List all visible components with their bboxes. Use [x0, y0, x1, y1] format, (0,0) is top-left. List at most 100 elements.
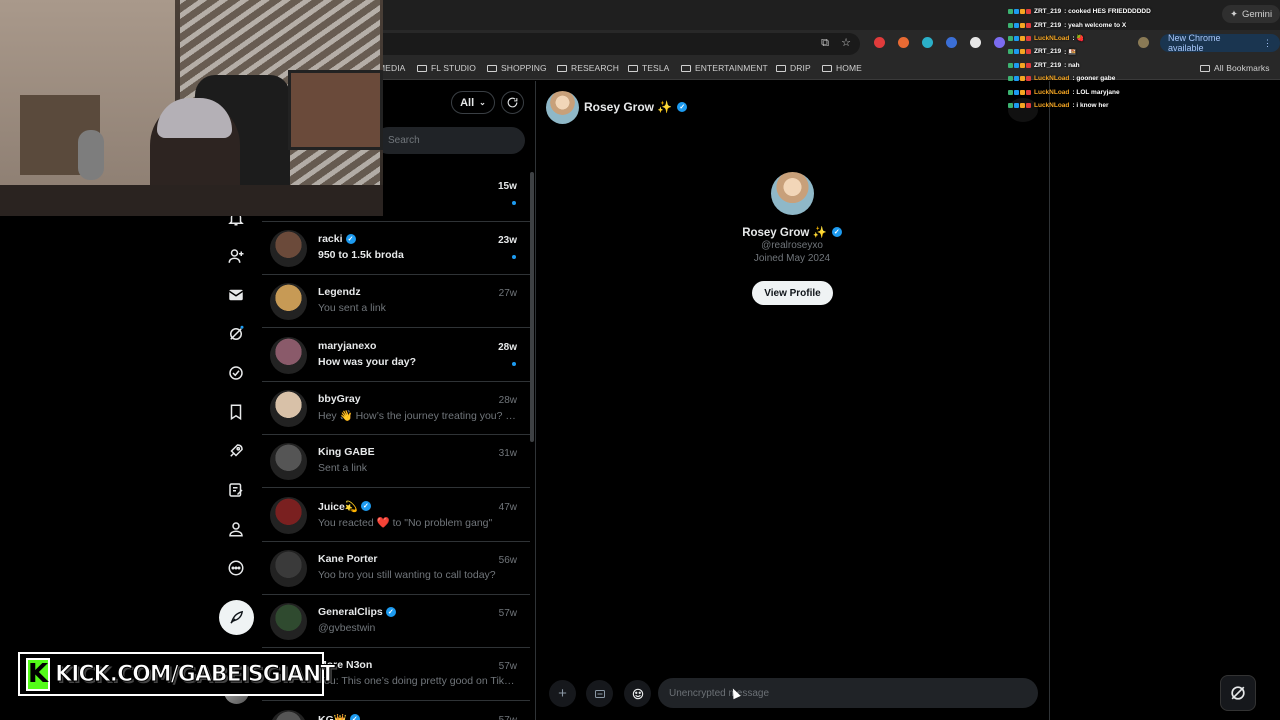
- conversation-avatar[interactable]: [270, 709, 307, 720]
- chat-badge-icon: [1026, 49, 1031, 55]
- grok-icon[interactable]: [226, 324, 246, 344]
- extension-icon[interactable]: [874, 37, 885, 48]
- filter-dropdown[interactable]: All ⌄: [451, 91, 495, 114]
- conversation-row[interactable]: Juice💫 ✓ You reacted ❤️ to "No problem gan…: [262, 489, 530, 542]
- conversation-row[interactable]: maryjanexo How was your day? 28w: [262, 329, 530, 382]
- profile-icon[interactable]: [226, 519, 246, 539]
- bookmark-drip[interactable]: DRIP: [776, 63, 811, 73]
- message-input[interactable]: [658, 678, 1038, 708]
- conversation-avatar[interactable]: [270, 496, 307, 534]
- bookmark-home[interactable]: HOME: [822, 63, 862, 73]
- conversation-row[interactable]: GeneralClips ✓ @gvbestwin 57w: [262, 595, 530, 649]
- conversation-name: GeneralClips ✓: [318, 606, 396, 618]
- conversation-name-text: maryjanexo: [318, 339, 377, 352]
- conversation-avatar[interactable]: [270, 389, 307, 427]
- sparkle-icon: ✦: [1230, 8, 1238, 20]
- conversation-avatar[interactable]: [270, 336, 307, 374]
- messages-icon[interactable]: [226, 285, 246, 305]
- view-profile-button[interactable]: View Profile: [752, 281, 833, 305]
- grok-icon: [1231, 686, 1245, 700]
- chat-header-avatar[interactable]: [546, 91, 579, 124]
- conversation-avatar[interactable]: [270, 443, 307, 481]
- bookmark-label: FL STUDIO: [431, 63, 476, 73]
- unread-dot: [512, 255, 516, 259]
- new-message-button[interactable]: [501, 91, 524, 114]
- kebab-menu-icon[interactable]: ⋮: [1263, 38, 1272, 49]
- follow-icon[interactable]: [226, 246, 246, 266]
- verified-orgs-icon[interactable]: [226, 363, 246, 383]
- chat-message: : gooner gabe: [1072, 75, 1116, 83]
- attach-button[interactable]: +: [549, 680, 576, 707]
- bookmark-star-icon[interactable]: ☆: [839, 36, 853, 50]
- gemini-label: Gemini: [1241, 8, 1273, 20]
- bookmark-shopping[interactable]: SHOPPING: [487, 63, 547, 73]
- chat-badge-icon: [1026, 76, 1031, 82]
- chat-badge-icon: [1020, 22, 1025, 28]
- verified-badge-icon: ✓: [385, 607, 396, 618]
- address-bar[interactable]: [300, 33, 860, 55]
- webcam-microphone: [78, 130, 104, 180]
- bookmark-fl-studio[interactable]: FL STUDIO: [417, 63, 476, 73]
- rocket-icon[interactable]: [226, 441, 246, 461]
- extension-icon[interactable]: [922, 37, 933, 48]
- conversation-avatar[interactable]: [270, 283, 307, 321]
- all-bookmarks[interactable]: All Bookmarks: [1200, 63, 1270, 73]
- conversation-row[interactable]: racki ✓ 950 to 1.5k broda 23w: [262, 222, 530, 275]
- install-app-icon[interactable]: ⧉: [818, 36, 832, 50]
- conversation-time: 27w: [498, 288, 517, 300]
- conversation-name-text: Kane Porter: [318, 552, 378, 565]
- emoji-button[interactable]: [624, 680, 651, 707]
- conversation-name-text: Juice💫: [318, 500, 358, 513]
- profile-avatar[interactable]: [771, 172, 814, 215]
- conversation-row[interactable]: KG👑✓ 57w: [262, 702, 530, 720]
- bookmark-research[interactable]: RESEARCH: [557, 63, 619, 73]
- chat-badge-icon: [1008, 49, 1013, 55]
- chat-username: LuckNLoad: [1034, 88, 1070, 96]
- chat-username: ZRT_219: [1034, 48, 1062, 56]
- conversation-avatar[interactable]: [270, 230, 307, 267]
- conversation-name-text: King GABE: [318, 446, 375, 459]
- conversation-row[interactable]: bbyGray Hey 👋 How’s the journey treating …: [262, 382, 530, 435]
- conversation-row[interactable]: King GABE Sent a link 31w: [262, 435, 530, 489]
- articles-icon[interactable]: [226, 480, 246, 500]
- stream-chat-line: ZRT_219: cooked HES FRIEDDDDDD: [1008, 5, 1188, 18]
- scrollbar[interactable]: [530, 172, 534, 442]
- bookmark-label: ENTERTAINMENT: [695, 63, 768, 73]
- bookmarks-icon[interactable]: [226, 402, 246, 422]
- more-icon[interactable]: [226, 558, 246, 578]
- gif-icon: [594, 689, 605, 698]
- extension-icon[interactable]: [898, 37, 909, 48]
- conversation-preview: 950 to 1.5k broda: [318, 249, 404, 261]
- extension-icon[interactable]: [970, 37, 981, 48]
- bookmark-entertainment[interactable]: ENTERTAINMENT: [681, 63, 768, 73]
- conversation-row[interactable]: Kane Porter Yoo bro you still wanting to …: [262, 542, 530, 595]
- verified-badge-icon: ✓: [345, 234, 356, 244]
- chevron-down-icon: ⌄: [479, 98, 486, 107]
- profile-name: Rosey Grow ✨ ✓: [692, 225, 892, 239]
- chat-header-name[interactable]: Rosey Grow ✨ ✓: [584, 100, 688, 114]
- extension-icon[interactable]: [946, 37, 957, 48]
- compose-post-button[interactable]: [219, 600, 254, 635]
- conversation-preview: You: This one’s doing pretty good on Tik…: [318, 675, 518, 688]
- conversation-avatar[interactable]: [270, 603, 307, 641]
- gif-button[interactable]: [586, 680, 613, 707]
- bookmark-label: HOME: [836, 63, 862, 73]
- plus-icon: +: [558, 685, 567, 702]
- conversation-time: 28w: [498, 394, 517, 406]
- gemini-button[interactable]: ✦ Gemini: [1222, 5, 1280, 23]
- chat-username: ZRT_219: [1034, 61, 1062, 69]
- conversation-avatar[interactable]: [270, 549, 307, 587]
- bookmark-tesla[interactable]: TESLA: [628, 63, 669, 73]
- grok-button[interactable]: [1220, 675, 1256, 711]
- conversation-name-text: GeneralClips: [318, 606, 383, 619]
- chat-badge-icon: [1026, 89, 1031, 95]
- extension-icon[interactable]: [994, 37, 1005, 48]
- webcam-desk: [0, 185, 383, 216]
- verified-badge-icon: ✓: [831, 227, 842, 237]
- folder-icon: [776, 64, 786, 72]
- conversation-time: 31w: [498, 448, 517, 460]
- search-input[interactable]: Search: [375, 127, 525, 154]
- chat-username: LuckNLoad: [1034, 75, 1070, 83]
- unread-dot: [512, 361, 516, 366]
- conversation-row[interactable]: Legendz You sent a link 27w: [262, 275, 530, 329]
